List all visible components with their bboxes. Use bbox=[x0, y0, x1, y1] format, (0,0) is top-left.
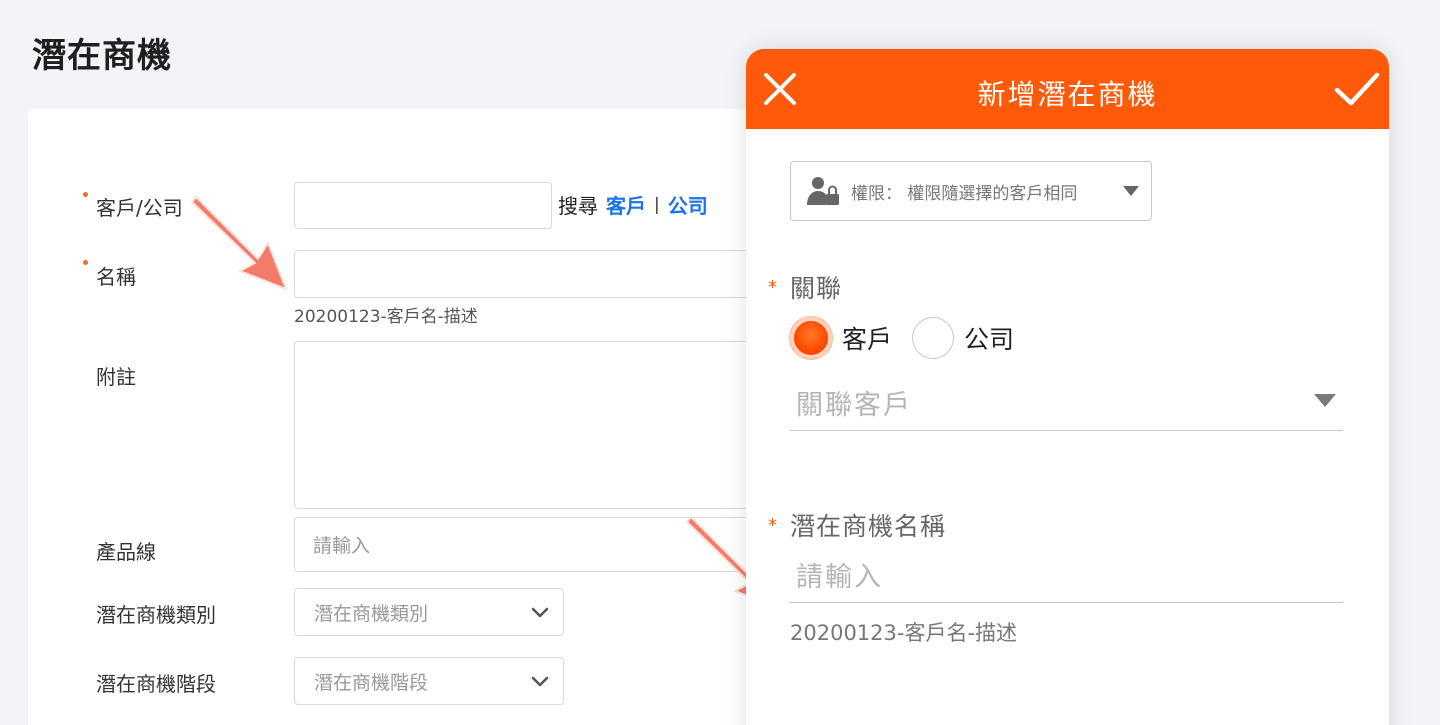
chevron-down-icon bbox=[531, 607, 549, 618]
note-textarea[interactable] bbox=[294, 341, 764, 509]
radio-company[interactable]: 公司 bbox=[912, 317, 1014, 359]
search-company-link[interactable]: 公司 bbox=[668, 190, 708, 219]
name-hint: 20200123-客戶名-描述 bbox=[294, 307, 478, 327]
opportunity-type-value: 潛在商機類別 bbox=[314, 602, 429, 625]
opportunity-name-label: 潛在商機名稱 bbox=[790, 512, 947, 541]
opportunity-type-label: 潛在商機類別 bbox=[96, 603, 216, 627]
new-opportunity-modal: 新增潛在商機 權限： 權限隨選擇的客戶相同 * 關聯 客戶 公司 關聯客戶 * … bbox=[746, 49, 1389, 725]
note-label: 附註 bbox=[96, 365, 136, 389]
required-mark: * bbox=[768, 277, 777, 298]
permission-text: 權限： 權限隨選擇的客戶相同 bbox=[851, 183, 1078, 204]
annotation-arrow bbox=[191, 196, 287, 290]
opportunity-name-hint: 20200123-客戶名-描述 bbox=[790, 621, 1018, 645]
product-line-label: 產品線 bbox=[96, 540, 156, 564]
opportunity-name-placeholder: 請輸入 bbox=[796, 562, 883, 593]
chevron-down-icon bbox=[531, 676, 549, 687]
opportunity-stage-label: 潛在商機階段 bbox=[96, 672, 216, 696]
product-line-placeholder: 請輸入 bbox=[313, 535, 371, 557]
opportunity-stage-select[interactable]: 潛在商機階段 bbox=[294, 657, 564, 705]
permission-select[interactable]: 權限： 權限隨選擇的客戶相同 bbox=[790, 161, 1152, 221]
required-dot bbox=[83, 260, 88, 265]
user-lock-icon bbox=[807, 177, 839, 205]
search-customer-link[interactable]: 客戶 bbox=[606, 190, 646, 219]
page-title: 潛在商機 bbox=[32, 36, 172, 76]
radio-button[interactable] bbox=[912, 317, 954, 359]
relation-label: 關聯 bbox=[790, 274, 843, 303]
search-label: 搜尋 bbox=[558, 194, 598, 218]
required-dot bbox=[83, 192, 88, 197]
opportunity-stage-value: 潛在商機階段 bbox=[314, 671, 429, 694]
caret-down-icon bbox=[1314, 394, 1336, 407]
required-mark: * bbox=[768, 515, 777, 536]
radio-customer-label: 客戶 bbox=[842, 325, 893, 354]
customer-company-input[interactable] bbox=[294, 182, 552, 229]
search-links: 搜尋 客戶 | 公司 bbox=[558, 190, 708, 219]
name-input[interactable] bbox=[294, 250, 764, 298]
modal-header: 新增潛在商機 bbox=[746, 49, 1389, 129]
customer-company-label: 客戶/公司 bbox=[96, 196, 183, 220]
radio-company-label: 公司 bbox=[964, 325, 1015, 354]
caret-down-icon bbox=[1123, 186, 1139, 196]
name-label: 名稱 bbox=[96, 265, 136, 289]
modal-title: 新增潛在商機 bbox=[977, 78, 1158, 111]
radio-button-selected[interactable] bbox=[790, 317, 832, 359]
opportunity-type-select[interactable]: 潛在商機類別 bbox=[294, 588, 564, 636]
radio-customer[interactable]: 客戶 bbox=[790, 317, 892, 359]
search-separator: | bbox=[654, 194, 660, 215]
check-icon[interactable] bbox=[1334, 69, 1380, 109]
relation-customer-placeholder: 關聯客戶 bbox=[796, 390, 912, 421]
